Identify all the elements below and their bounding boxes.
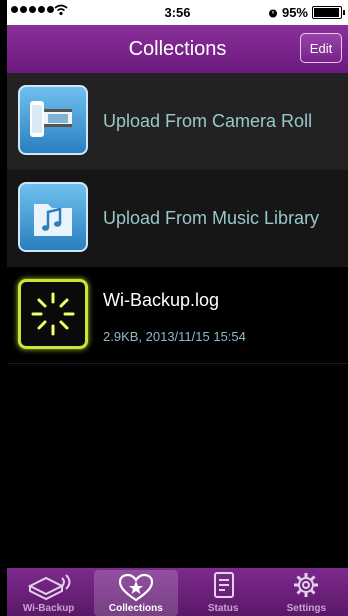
gear-icon — [294, 573, 319, 597]
document-icon — [214, 572, 235, 598]
log-sun-icon — [18, 279, 88, 349]
page-title: Collections — [128, 38, 227, 60]
tab-label: Wi-Backup — [22, 603, 75, 614]
collections-list: Upload From Camera Roll Upload From Musi… — [7, 73, 348, 364]
status-bar: 3:56 95% — [7, 0, 348, 25]
alarm-clock-icon — [268, 9, 277, 17]
tab-collections[interactable]: Collections — [94, 570, 178, 616]
list-item-label: Upload From Music Library — [103, 208, 320, 228]
list-item-camera-roll[interactable]: Upload From Camera Roll — [7, 73, 348, 170]
tab-bar: Wi-Backup Collections Status Settings — [7, 568, 348, 616]
file-row-log[interactable]: Wi-Backup.log 2.9KB, 2013/11/15 15:54 — [7, 267, 348, 364]
list-item-music-library[interactable]: Upload From Music Library — [7, 170, 348, 267]
battery-icon — [312, 6, 345, 19]
file-name: Wi-Backup.log — [103, 290, 220, 310]
list-item-label: Upload From Camera Roll — [103, 111, 313, 131]
film-strip-icon — [18, 85, 88, 155]
battery-percentage: 95% — [281, 5, 308, 20]
tab-label: Settings — [286, 603, 327, 614]
file-meta: 2.9KB, 2013/11/15 15:54 — [103, 329, 246, 344]
edit-button[interactable]: Edit — [300, 33, 342, 63]
navigation-bar: Collections Edit — [7, 25, 348, 73]
tab-status[interactable]: Status — [182, 568, 265, 616]
music-note-icon — [18, 182, 88, 252]
wifi-box-icon — [27, 574, 71, 601]
tab-settings[interactable]: Settings — [265, 568, 348, 616]
tab-label: Collections — [108, 603, 163, 614]
app-screen: 3:56 95% Collections Edit Upload From Ca… — [7, 0, 348, 616]
tab-label: Status — [207, 603, 239, 614]
heart-star-icon — [118, 573, 153, 602]
tab-wi-backup[interactable]: Wi-Backup — [7, 568, 90, 616]
